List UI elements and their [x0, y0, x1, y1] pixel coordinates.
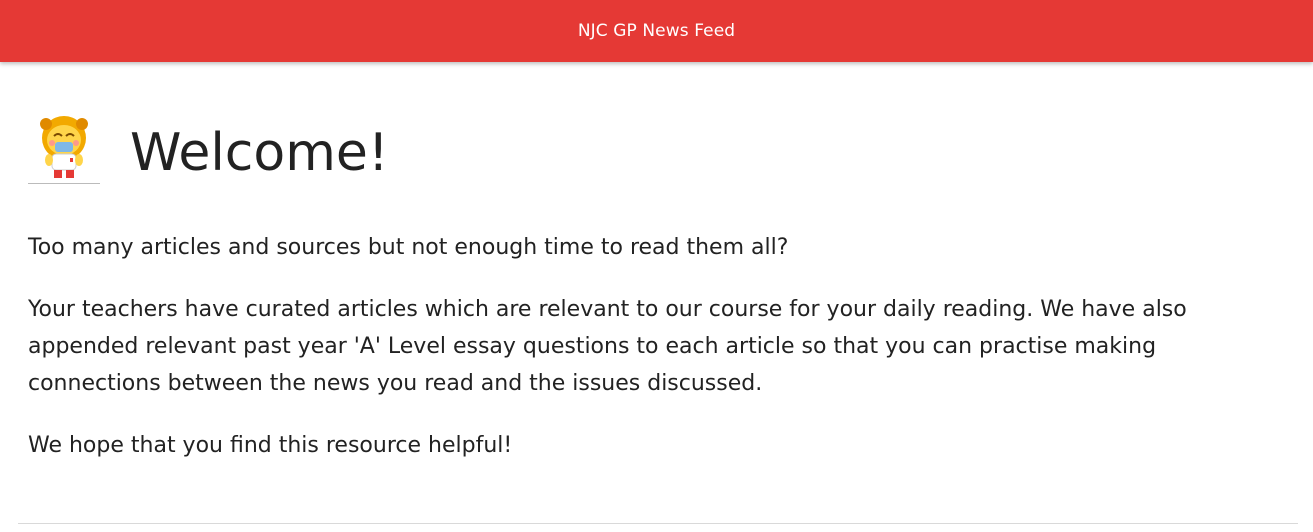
section-divider	[18, 523, 1298, 524]
top-app-bar: NJC GP News Feed	[0, 0, 1313, 62]
lion-mascot-icon	[28, 114, 100, 184]
page-title: Welcome!	[130, 123, 389, 183]
intro-paragraph-2: Your teachers have curated articles whic…	[28, 297, 1187, 396]
intro-paragraph-3: We hope that you find this resource help…	[28, 433, 513, 458]
app-title[interactable]: NJC GP News Feed	[578, 21, 735, 41]
welcome-hero: Welcome!	[28, 114, 389, 184]
intro-paragraph-1: Too many articles and sources but not en…	[28, 235, 789, 260]
